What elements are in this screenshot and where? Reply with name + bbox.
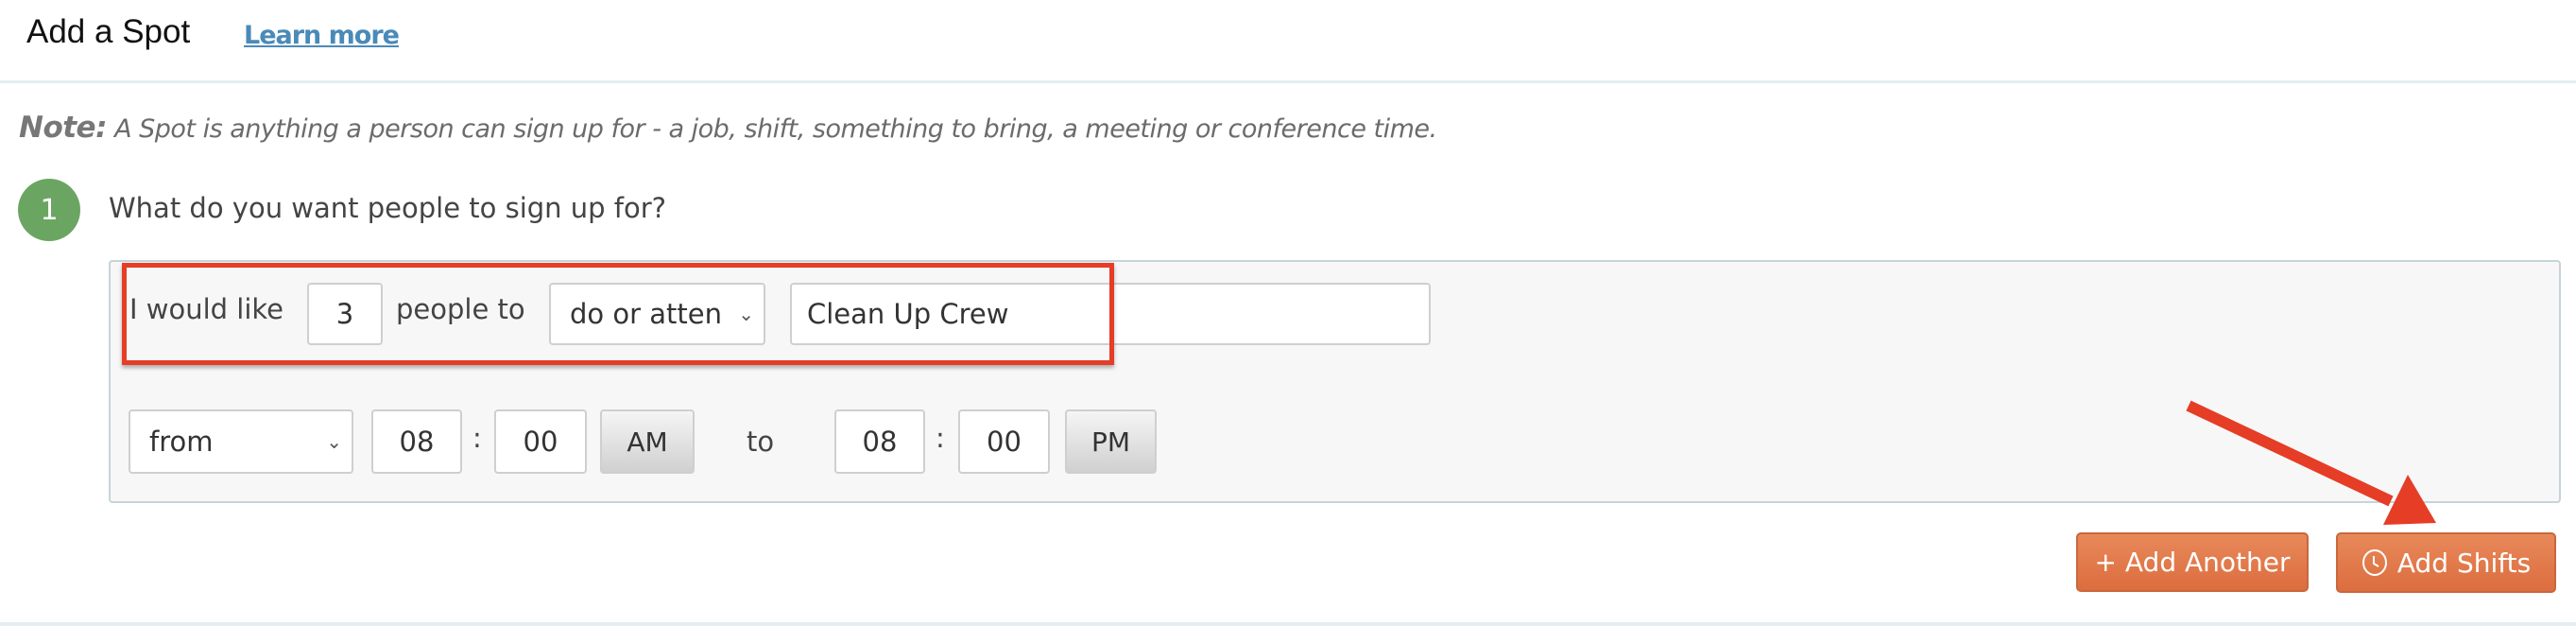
clock-icon [2361, 549, 2387, 576]
bottom-divider [0, 622, 2576, 626]
add-shifts-label: Add Shifts [2396, 547, 2532, 579]
add-shifts-button[interactable]: Add Shifts [2336, 532, 2556, 593]
add-another-button[interactable]: + Add Another [2076, 532, 2309, 592]
